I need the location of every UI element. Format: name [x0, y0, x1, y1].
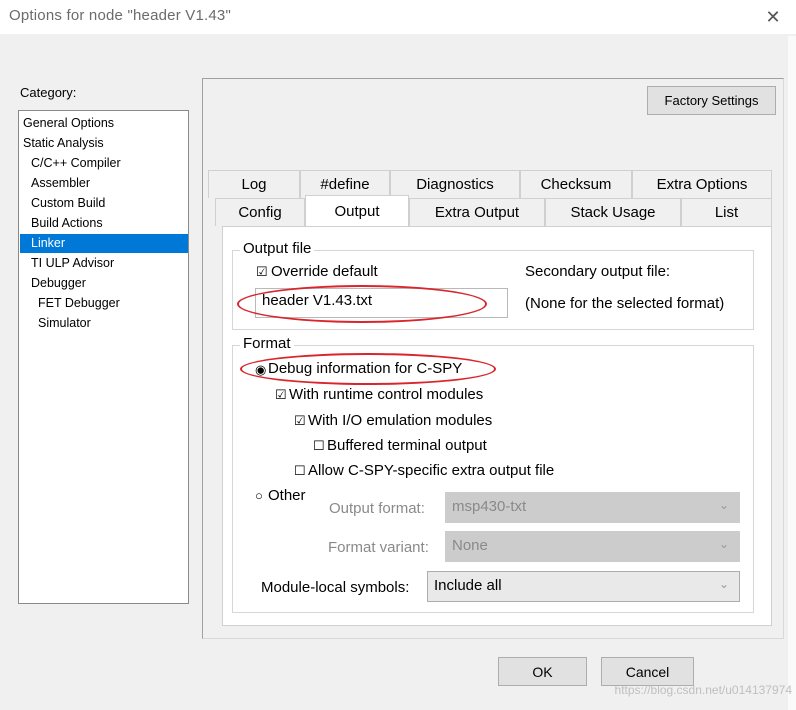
category-item-assembler[interactable]: Assembler [20, 174, 188, 193]
io-emulation-checkbox[interactable]: ☑ [294, 413, 306, 429]
other-label: Other [268, 487, 306, 504]
tab-list[interactable]: List [681, 198, 772, 226]
secondary-output-value: (None for the selected format) [525, 295, 725, 312]
runtime-modules-label: With runtime control modules [289, 386, 484, 403]
module-local-value: Include all [434, 577, 502, 594]
output-file-group-title: Output file [240, 240, 315, 257]
tab-log[interactable]: Log [208, 170, 300, 198]
category-item-simulator[interactable]: Simulator [20, 314, 188, 333]
override-default-checkbox[interactable]: ☑ [256, 264, 268, 280]
override-default-label: Override default [271, 263, 378, 280]
category-item-debugger[interactable]: Debugger [20, 274, 188, 293]
chevron-down-icon: ⌄ [718, 577, 729, 591]
category-item-build-actions[interactable]: Build Actions [20, 214, 188, 233]
category-item-c-compiler[interactable]: C/C++ Compiler [20, 154, 188, 173]
output-format-select: msp430-txt ⌄ [445, 492, 740, 523]
module-local-select[interactable]: Include all ⌄ [427, 571, 740, 602]
chevron-down-icon: ⌄ [718, 498, 729, 512]
format-variant-select: None ⌄ [445, 531, 740, 562]
tab-checksum[interactable]: Checksum [520, 170, 632, 198]
allow-extra-output-checkbox[interactable]: ☐ [294, 463, 306, 479]
window-edge [788, 36, 796, 710]
highlight-ellipse-debug [240, 353, 496, 385]
tab-define[interactable]: #define [300, 170, 390, 198]
category-item-linker[interactable]: Linker [20, 234, 188, 253]
buffered-output-checkbox[interactable]: ☐ [313, 438, 325, 454]
output-format-label: Output format: [329, 500, 425, 517]
allow-extra-output-label: Allow C-SPY-specific extra output file [308, 462, 555, 479]
buffered-output-label: Buffered terminal output [327, 437, 487, 454]
close-icon[interactable]: ✕ [750, 0, 796, 34]
watermark-text: https://blog.csdn.net/u014137974 [614, 683, 792, 697]
category-label: Category: [20, 85, 77, 100]
output-format-value: msp430-txt [452, 498, 527, 515]
chevron-down-icon: ⌄ [718, 537, 729, 551]
cancel-button[interactable]: Cancel [601, 657, 694, 686]
factory-settings-button[interactable]: Factory Settings [647, 86, 776, 115]
format-variant-value: None [452, 537, 488, 554]
ok-button[interactable]: OK [498, 657, 587, 686]
tab-diagnostics[interactable]: Diagnostics [390, 170, 520, 198]
tab-config[interactable]: Config [215, 198, 305, 226]
category-item-general-options[interactable]: General Options [20, 114, 188, 133]
tab-output[interactable]: Output [305, 195, 409, 226]
format-variant-label: Format variant: [328, 539, 429, 556]
other-radio[interactable]: ○ [255, 488, 263, 503]
io-emulation-label: With I/O emulation modules [308, 412, 493, 429]
window-title: Options for node "header V1.43" [9, 7, 231, 24]
module-local-label: Module-local symbols: [261, 579, 410, 596]
secondary-output-label: Secondary output file: [525, 263, 671, 280]
tab-extra-output[interactable]: Extra Output [409, 198, 545, 226]
category-list[interactable]: General Options Static Analysis C/C++ Co… [18, 110, 189, 604]
highlight-ellipse-filename [237, 285, 487, 323]
category-item-custom-build[interactable]: Custom Build [20, 194, 188, 213]
category-item-static-analysis[interactable]: Static Analysis [20, 134, 188, 153]
tab-stack-usage[interactable]: Stack Usage [545, 198, 681, 226]
tab-extra-options[interactable]: Extra Options [632, 170, 772, 198]
format-group-title: Format [240, 335, 294, 352]
category-item-fet-debugger[interactable]: FET Debugger [20, 294, 188, 313]
runtime-modules-checkbox[interactable]: ☑ [275, 387, 287, 403]
title-bar: Options for node "header V1.43" ✕ [0, 0, 796, 34]
category-item-ti-ulp-advisor[interactable]: TI ULP Advisor [20, 254, 188, 273]
